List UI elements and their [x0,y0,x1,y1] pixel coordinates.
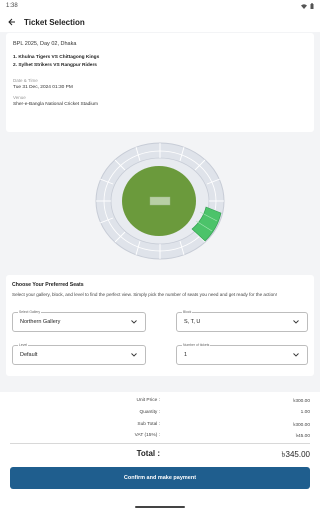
unit-price-value: ৳300.00 [292,399,310,404]
page-title: Ticket Selection [24,17,85,27]
subtotal-label: Sub Total : [137,422,160,427]
status-time: 1:38 [6,3,18,9]
datetime-value: Tue 31 Dec, 2024 01:30 PM [13,85,73,90]
subtotal-value: ৳300.00 [292,423,310,428]
pitch-strip [149,196,171,206]
app-bar: Ticket Selection [0,12,320,32]
seat-selection-card: Choose Your Preferred Seats Select your … [6,275,314,376]
level-select-value: Default [20,352,38,358]
level-select-label: Level [18,343,29,347]
total-value: ৳345.00 [281,450,310,459]
unit-price-label: Unit Price : [136,398,160,403]
event-title: BPL 2025, Day 02, Dhaka [13,41,77,47]
quantity-label: Quantity : [139,410,160,415]
event-card: BPL 2025, Day 02, Dhaka 1. Khulna Tigers… [6,33,314,132]
back-button[interactable] [0,12,24,32]
seat-section-title: Choose Your Preferred Seats [12,282,84,288]
block-select[interactable]: Block S, T, U [176,310,308,332]
price-summary [0,392,320,512]
vat-label: VAT (15%) : [134,433,160,438]
system-nav-bar [0,501,320,512]
venue-value: Sher-e-Bangla National Cricket Stadium [13,102,99,107]
tickets-select[interactable]: Number of tickets 1 [176,343,308,365]
status-bar: 1:38 [0,0,320,12]
chevron-down-icon [130,318,138,326]
seat-section-description: Select your gallery, block, and level to… [12,292,277,297]
battery-icon [310,3,314,9]
gesture-handle[interactable] [135,506,185,508]
summary-divider [10,443,310,444]
wifi-icon [301,3,307,9]
match-item: 1. Khulna Tigers VS Chittagong Kings [13,55,100,60]
vat-value: ৳45.00 [295,434,310,439]
total-label: Total : [136,449,160,458]
venue-label: Venue [13,95,26,100]
tickets-select-value: 1 [184,352,188,358]
chevron-down-icon [292,351,300,359]
chevron-down-icon [130,351,138,359]
block-select-label: Block [182,310,193,314]
block-select-value: S, T, U [184,319,201,325]
gallery-select[interactable]: Select Gallery Northern Gallery [12,310,146,332]
tickets-select-label: Number of tickets [182,343,211,347]
gallery-select-value: Northern Gallery [20,319,61,325]
quantity-value: 1.00 [300,410,310,415]
datetime-label: Date & Time [13,78,38,83]
system-icons [301,3,314,9]
stadium-map[interactable] [80,135,240,270]
confirm-payment-button[interactable]: Confirm and make payment [10,467,310,489]
arrow-back-icon [8,18,15,26]
level-select[interactable]: Level Default [12,343,146,365]
gallery-select-label: Select Gallery [18,310,42,314]
chevron-down-icon [292,318,300,326]
match-item: 2. Sylhet Strikers VS Rangpur Riders [13,62,97,68]
